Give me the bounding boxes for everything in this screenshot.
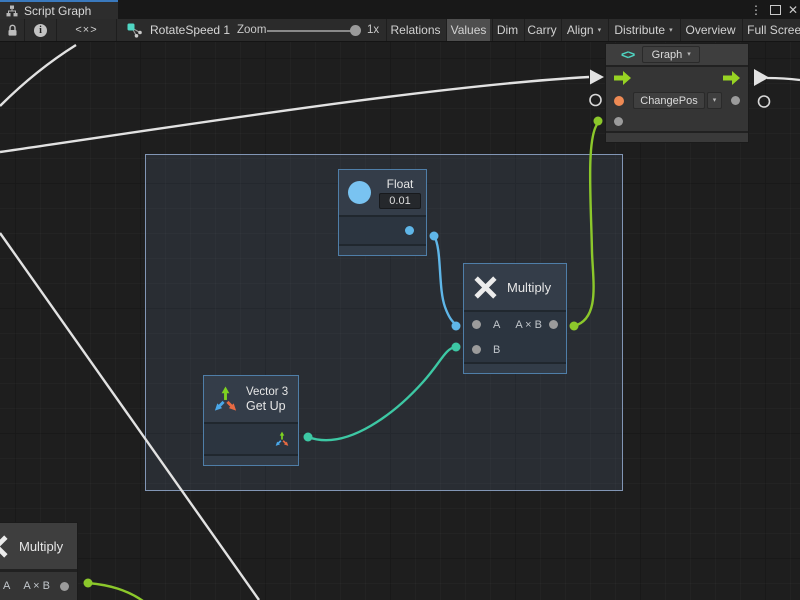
unconnected-port-ring[interactable] [759,96,770,107]
graph-canvas[interactable]: <> Graph ▾ ChangePos [0,42,800,600]
changepos-dropdown[interactable]: ChangePos [633,92,705,109]
wire-arrowhead-icon [590,70,604,85]
multiply-icon [0,534,9,559]
multiply-node[interactable]: Multiply A A × B B [463,263,567,374]
wire-endpoint-dot[interactable] [84,579,93,588]
lock-button[interactable] [0,19,25,41]
maximize-icon[interactable] [766,0,784,19]
node-footer [606,133,748,142]
vector3-getup-node[interactable]: Vector 3 Get Up [203,375,299,466]
float-node[interactable]: Float 0.01 [338,169,427,256]
vector3-icon [212,385,239,413]
tab-title: Script Graph [24,4,91,18]
orange-port[interactable] [614,96,624,106]
toolbar-button-carry[interactable]: Carry [524,19,559,41]
node-title: Float [387,177,414,191]
node-title: Multiply [19,539,63,554]
lock-icon [7,24,18,37]
value-output-port[interactable] [731,96,740,105]
float-value-field[interactable]: 0.01 [379,193,421,209]
unconnected-port-ring[interactable] [590,95,601,106]
info-icon: i [34,24,47,37]
wire-endpoint-dot[interactable] [304,433,313,442]
toolbar-button-relations[interactable]: Relations [386,19,444,41]
node-title: Multiply [507,280,551,295]
info-button[interactable]: i [25,19,57,41]
toolbar-button-align[interactable]: Align▾ [561,19,606,41]
output-label: A × B [23,580,50,592]
value-input-port[interactable] [614,117,623,126]
output-port[interactable] [60,582,69,591]
graph-dropdown[interactable]: Graph ▾ [642,46,700,63]
zoom-slider-track[interactable] [267,30,357,32]
input-a-label: A [493,319,500,331]
toolbar-button-distribute[interactable]: Distribute▾ [608,19,678,41]
code-view-button[interactable]: <×> [57,19,117,41]
input-b-port[interactable] [472,345,481,354]
input-a-port[interactable] [472,320,481,329]
wire-endpoint-dot[interactable] [430,232,439,241]
chevron-down-icon: ▾ [713,97,717,104]
code-icon: <> [621,47,634,62]
variable-row: ChangePos ▾ [606,89,748,112]
breadcrumb[interactable]: RotateSpeed 1 [127,19,230,41]
zoom-slider-handle[interactable] [350,25,361,36]
tab-bar: Script Graph ⋮ ✕ [0,0,800,19]
zoom-label: Zoom [237,19,266,41]
multiply-node-partial[interactable]: Multiply A A × B [0,522,78,600]
multiply-icon [473,275,498,300]
output-port[interactable] [549,320,558,329]
graph-breadcrumb-icon [127,23,143,38]
changepos-caret-button[interactable]: ▾ [707,92,722,109]
wire-multiply2-output[interactable] [88,583,143,600]
wire-endpoint-dot[interactable] [452,343,461,352]
chevron-down-icon: ▾ [598,27,602,34]
node-footer [339,246,426,255]
zoom-level: 1x [367,19,379,41]
wire-white-topleft[interactable] [0,45,76,106]
input-b-label: B [493,344,500,356]
wire-endpoint-dot[interactable] [594,117,603,126]
float-output-port[interactable] [405,226,414,235]
close-icon[interactable]: ✕ [785,0,800,19]
chevron-down-icon: ▾ [687,51,691,58]
graph-tab-icon [6,5,18,17]
script-graph-window: Script Graph ⋮ ✕ i <×> RotateSpeed 1 [0,0,800,600]
wire-vector-to-multiply-b[interactable] [308,347,455,440]
tab-script-graph[interactable]: Script Graph [0,0,118,19]
control-output-arrow-icon[interactable] [723,71,740,85]
input-a-label: A [3,580,10,592]
wire-float-to-multiply-a[interactable] [434,236,456,325]
wire-arrowhead-icon [754,69,769,86]
node-title: Vector 3 [246,386,288,398]
wire-endpoint-dot[interactable] [452,322,461,331]
control-input-arrow-icon[interactable] [614,71,631,85]
control-flow-row [606,67,748,89]
wire-white-into-graph-node[interactable] [0,77,589,152]
graph-toolbar: i <×> RotateSpeed 1 Zoom 1x Relations Va… [0,19,800,42]
float-icon [348,181,371,204]
wire-endpoint-dot[interactable] [570,322,579,331]
vector3-output-port[interactable] [274,431,290,447]
node-subtitle: Get Up [246,399,288,413]
node-footer [204,456,298,465]
wire-multiply-to-graph-node[interactable] [574,123,598,326]
graph-unit-node[interactable]: <> Graph ▾ ChangePos [605,43,749,143]
window-menu-icon[interactable]: ⋮ [748,0,764,19]
output-label: A × B [515,319,542,331]
toolbar-button-dim[interactable]: Dim [492,19,522,41]
breadcrumb-label: RotateSpeed 1 [150,23,230,37]
toolbar-button-values[interactable]: Values [446,19,490,41]
code-view-icon: <×> [75,24,97,36]
toolbar-button-fullscreen[interactable]: Full Screen [742,19,800,41]
node-footer [464,364,566,373]
chevron-down-icon: ▾ [669,27,673,34]
toolbar-button-overview[interactable]: Overview [680,19,740,41]
wire-white-out-of-graph-node[interactable] [767,78,800,80]
extra-port-row [606,112,748,131]
